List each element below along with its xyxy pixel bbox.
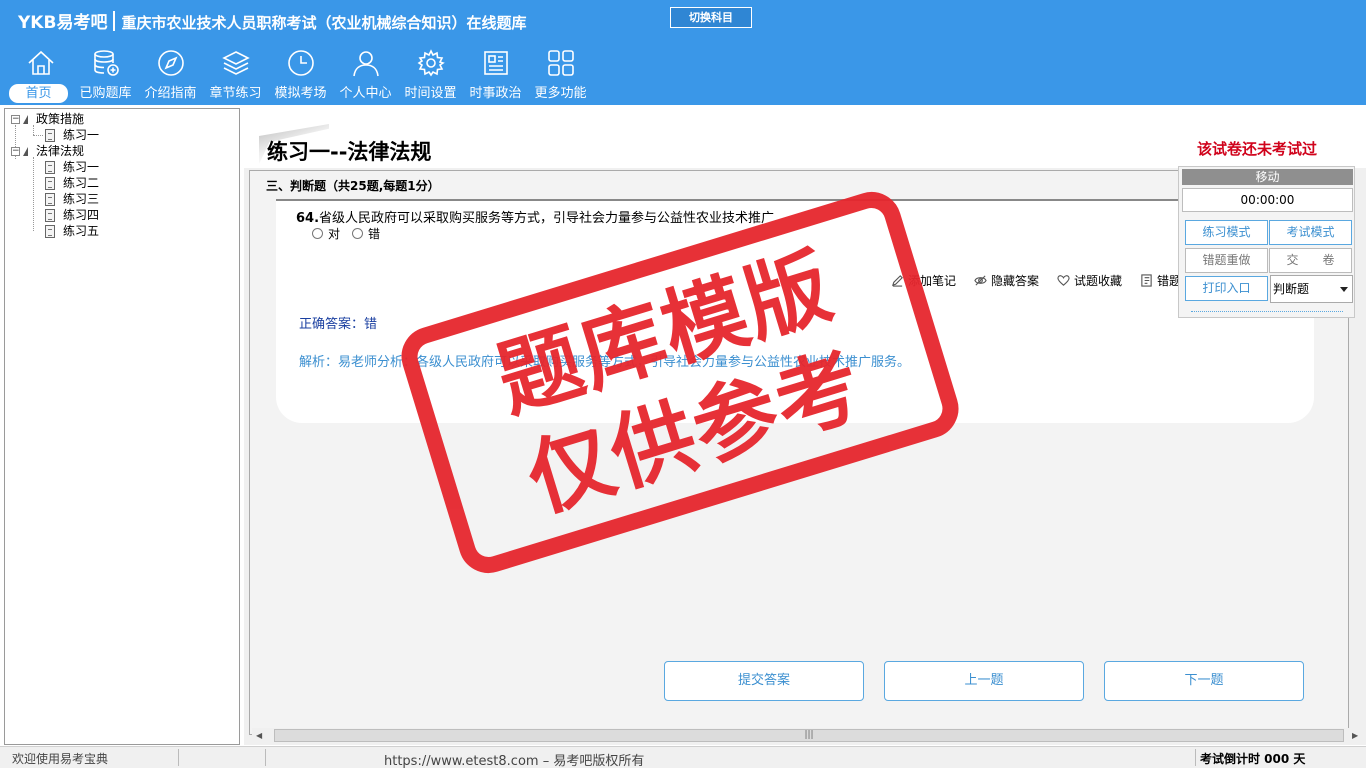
submit-answer-button[interactable]: 提交答案 [664,661,864,701]
notebook-icon [1141,274,1152,287]
status-bar: 欢迎使用易考宝典 https://www.etest8.com – 易考吧版权所… [0,746,1366,768]
clock-icon [287,50,314,76]
nav-politics[interactable]: 时事政治 [463,48,528,104]
layers-icon [221,51,250,75]
eye-slash-icon [974,275,987,286]
question-type-select[interactable]: 判断题 [1270,275,1353,303]
tree-item-policy-ex1[interactable]: 练习一 [45,127,99,143]
status-divider [265,749,266,766]
correct-answer: 正确答案：错 [299,317,378,332]
exam-countdown: 考试倒计时 000 天 [1200,752,1306,766]
scroll-right-icon[interactable]: ▶ [1352,731,1358,740]
section-title: 三、判断题（共25题,每题1分） [266,179,440,193]
redo-wrong-button[interactable]: 错题重做 [1185,248,1268,273]
horizontal-scrollbar[interactable]: ◀ ||| ▶ [252,728,1366,744]
main-nav: 首页 已购题库 介绍指南 章节练习 模拟考场 个人中心 时间设置 时事政治 更多… [8,48,593,104]
question-number: 64. [296,211,320,226]
panel-divider [1191,311,1343,312]
practice-mode-button[interactable]: 练习模式 [1185,220,1268,245]
tree-item-law-ex1[interactable]: 练习一 [45,159,99,175]
app-window: YKB易考吧 重庆市农业技术人员职称考试（农业机械综合知识）在线题库 切换科目 首… [0,0,1366,768]
chevron-down-icon [1340,287,1348,292]
home-icon [27,50,54,75]
tree-item-law-ex4[interactable]: 练习四 [45,207,99,223]
folder-icon [23,146,28,156]
question-tools: 添加笔记 隐藏答案 试题收藏 错题 [891,272,1199,289]
title-area: 练习一--法律法规 该试卷还未考试过 [244,108,1366,168]
document-icon [45,128,55,142]
exam-control-panel: 移动 00:00:00 练习模式 考试模式 错题重做 交 卷 打印入口 判断题 [1178,166,1355,318]
document-icon [45,192,55,206]
answer-options: 对 错 [312,225,392,242]
nav-home[interactable]: 首页 [8,48,73,104]
tree-guide [33,157,34,231]
question-stem: 省级人民政府可以采取购买服务等方式，引导社会力量参与公益性农业技术推广 [319,211,775,226]
status-welcome: 欢迎使用易考宝典 [12,752,109,766]
nav-purchased[interactable]: 已购题库 [73,48,138,104]
scroll-left-icon[interactable]: ◀ [256,731,262,740]
timer-display: 00:00:00 [1182,188,1353,212]
nav-chapters[interactable]: 章节练习 [203,48,268,104]
tree-guide [33,135,43,136]
status-url: https://www.etest8.com – 易考吧版权所有 [384,754,645,768]
tree-item-law-ex5[interactable]: 练习五 [45,223,99,239]
gear-icon [417,49,445,77]
panel-move-handle[interactable]: 移动 [1182,169,1353,185]
nav-guide[interactable]: 介绍指南 [138,48,203,104]
nav-mock-exam[interactable]: 模拟考场 [268,48,333,104]
favorite-button[interactable]: 试题收藏 [1057,272,1122,289]
exam-status-text: 该试卷还未考试过 [1197,140,1318,158]
chapter-tree: − 政策措施 练习一 − 法律法规 练习一 练习二 练习三 练习四 练习五 [4,108,240,745]
option-false[interactable]: 错 [352,225,380,242]
nav-time-settings[interactable]: 时间设置 [398,48,463,104]
pencil-icon [891,275,903,287]
tree-item-law-ex2[interactable]: 练习二 [45,175,99,191]
status-divider [1195,749,1196,766]
next-question-button[interactable]: 下一题 [1104,661,1304,701]
status-divider [178,749,179,766]
radio-button[interactable] [352,228,364,239]
question-text: 64.省级人民政府可以采取购买服务等方式，引导社会力量参与公益性农业技术推广 [296,207,774,226]
compass-icon [157,50,184,76]
exam-mode-button[interactable]: 考试模式 [1269,220,1352,245]
title-bar: 练习一--法律法规 [259,124,759,164]
database-icon [93,50,119,76]
header-bar: YKB易考吧 重庆市农业技术人员职称考试（农业机械综合知识）在线题库 切换科目 首… [0,0,1366,105]
question-card: 64.省级人民政府可以采取购买服务等方式，引导社会力量参与公益性农业技术推广 对… [276,199,1314,423]
news-icon [483,51,508,75]
app-title: 重庆市农业技术人员职称考试（农业机械综合知识）在线题库 [121,14,527,32]
hide-answer-button[interactable]: 隐藏答案 [974,272,1039,289]
collapse-icon[interactable]: − [11,146,20,156]
heart-icon [1057,275,1070,286]
user-icon [352,51,379,77]
radio-button[interactable] [312,228,323,239]
document-icon [45,224,55,238]
add-note-button[interactable]: 添加笔记 [891,272,956,289]
brand-divider [113,11,116,31]
nav-profile[interactable]: 个人中心 [333,48,398,104]
tree-group-policy[interactable]: − 政策措施 [11,111,84,127]
document-icon [45,208,55,222]
document-icon [45,176,55,190]
switch-subject-button[interactable]: 切换科目 [670,7,752,28]
collapse-icon[interactable]: − [11,114,20,124]
brand: YKB易考吧 重庆市农业技术人员职称考试（农业机械综合知识）在线题库 [18,8,526,33]
tree-item-law-ex3[interactable]: 练习三 [45,191,99,207]
folder-icon [23,114,28,124]
brand-logo: YKB易考吧 [18,13,108,33]
document-icon [45,160,55,174]
prev-question-button[interactable]: 上一题 [884,661,1084,701]
page-title: 练习一--法律法规 [267,140,432,164]
answer-analysis: 解析：易老师分析：各级人民政府可以采取购买服务等方式，引导社会力量参与公益性农业… [299,355,911,370]
tree-group-law[interactable]: − 法律法规 [11,143,84,159]
wrong-book-button[interactable]: 错题 [1140,272,1181,289]
hand-in-button[interactable]: 交 卷 [1269,248,1352,273]
print-button[interactable]: 打印入口 [1185,276,1268,301]
nav-more[interactable]: 更多功能 [528,48,593,104]
grid-icon [547,50,574,76]
scrollbar-thumb[interactable]: ||| [274,729,1344,742]
option-true[interactable]: 对 [312,225,340,242]
